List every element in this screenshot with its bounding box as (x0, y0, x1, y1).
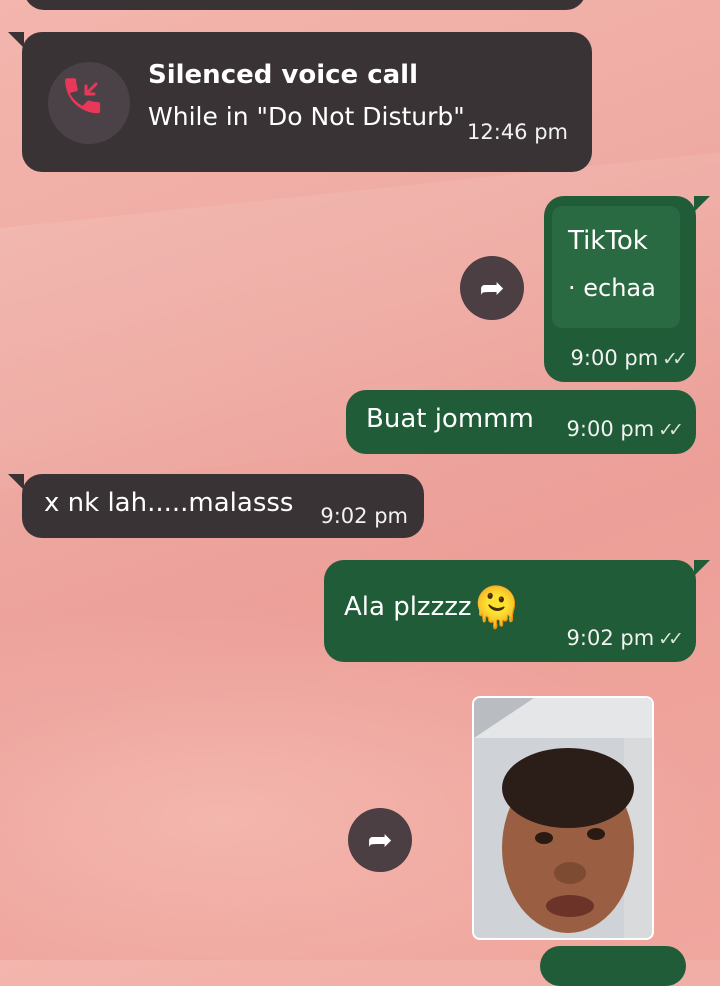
message-time-row: 9:00 pm ✓✓ (566, 417, 684, 441)
next-message-bubble[interactable] (540, 946, 686, 986)
forward-icon: ➦ (479, 270, 505, 306)
forward-button[interactable]: ➦ (460, 256, 524, 320)
photo-thumbnail[interactable] (474, 698, 652, 938)
call-subtitle: While in "Do Not Disturb" (148, 102, 465, 131)
link-preview-card[interactable]: TikTok · echaa (552, 206, 680, 328)
read-receipt-icon: ✓✓ (658, 628, 684, 650)
forward-icon: ➦ (367, 822, 393, 858)
message-time: 9:02 pm (320, 504, 408, 528)
outgoing-message-bubble[interactable]: Ala plzzzz🫠 9:02 pm ✓✓ (324, 560, 710, 662)
previous-message-bubble[interactable] (24, 0, 586, 10)
link-title: TikTok (568, 226, 648, 256)
message-time: 9:00 pm (570, 346, 659, 370)
call-icon-circle[interactable] (48, 62, 130, 144)
message-time: 9:00 pm (566, 417, 655, 441)
incoming-message-bubble[interactable]: x nk lah.....malasss 9:02 pm (8, 474, 424, 538)
link-subtitle: · echaa (568, 274, 656, 302)
message-time: 9:02 pm (566, 626, 655, 650)
message-text: Buat jommm (366, 404, 534, 434)
forward-button[interactable]: ➦ (348, 808, 412, 872)
read-receipt-icon: ✓✓ (658, 419, 684, 441)
outgoing-message-bubble[interactable]: Buat jommm 9:00 pm ✓✓ (346, 390, 696, 454)
emoji: 🫠 (471, 585, 522, 631)
message-time-row: 9:00 pm ✓✓ (570, 346, 688, 370)
missed-call-icon (65, 78, 101, 114)
call-log-bubble[interactable]: Silenced voice call While in "Do Not Dis… (8, 32, 592, 172)
image-message-bubble[interactable] (472, 696, 654, 940)
call-time: 12:46 pm (467, 120, 568, 144)
message-text: Ala plzzzz (344, 592, 472, 622)
message-time-row: 9:02 pm ✓✓ (566, 626, 684, 650)
call-title: Silenced voice call (148, 60, 419, 90)
read-receipt-icon: ✓✓ (662, 348, 688, 370)
message-text: x nk lah.....malasss (44, 488, 294, 518)
message-text-row: Ala plzzzz🫠 (344, 584, 521, 631)
shared-link-bubble[interactable]: TikTok · echaa 9:00 pm ✓✓ (544, 196, 710, 382)
